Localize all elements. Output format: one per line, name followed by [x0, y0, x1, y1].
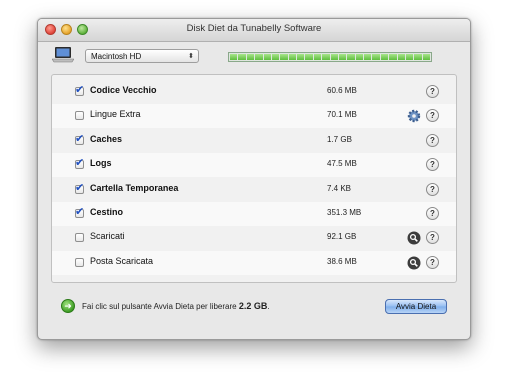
help-button[interactable]: ?: [426, 85, 439, 98]
checkmark-icon: ✔: [75, 132, 85, 145]
updown-arrows-icon: ⬍: [188, 53, 194, 60]
disk-diet-window: Disk Diet da Tunabelly Software Macintos…: [37, 18, 471, 340]
toolbar: Macintosh HD ⬍: [38, 42, 470, 74]
magnifier-icon[interactable]: [407, 231, 421, 245]
volume-select[interactable]: Macintosh HD ⬍: [85, 49, 199, 63]
meter-segment: [271, 54, 280, 60]
meter-segment: [389, 54, 397, 60]
item-checkbox[interactable]: ✔: [75, 206, 85, 218]
help-button[interactable]: ?: [426, 158, 439, 172]
item-label: Lingue Extra: [90, 109, 141, 120]
meter-segment: [355, 54, 363, 60]
list-item: ✔ Codice Vecchio 60.6 MB?: [52, 80, 456, 104]
window-title: Disk Diet da Tunabelly Software: [186, 23, 322, 34]
meter-segment: [347, 54, 355, 60]
list-item: ✔ Cartella Temporanea 7.4 KB?: [52, 178, 456, 202]
meter-segment: [297, 54, 305, 60]
meter-segment: [330, 54, 338, 60]
list-item: ✔ Cestino 351.3 MB?: [52, 202, 456, 226]
cleanup-items-list: ✔ Codice Vecchio 60.6 MB? Lingue Extra 70.1 …: [51, 74, 457, 283]
help-button[interactable]: ?: [426, 255, 439, 269]
volume-select-value: Macintosh HD: [91, 52, 142, 61]
meter-segment: [288, 54, 296, 60]
green-arrow-icon: ➜: [61, 299, 75, 313]
checkmark-icon: ✔: [75, 181, 85, 194]
item-checkbox[interactable]: [75, 233, 84, 243]
item-label: Caches: [90, 133, 123, 144]
item-size: 38.6 MB: [327, 256, 357, 266]
gear-icon[interactable]: [407, 109, 421, 123]
checkmark-icon: ✔: [75, 206, 85, 218]
meter-segment: [397, 54, 405, 60]
meter-segment: [422, 54, 430, 60]
footer-message: Fai clic sul pulsante Avvia Dieta per li…: [82, 301, 270, 311]
item-checkbox[interactable]: [75, 257, 84, 267]
item-checkbox[interactable]: ✔: [75, 181, 85, 194]
list-item: Posta Scaricata 38.6 MB?: [52, 250, 456, 275]
list-item: Scaricati 92.1 GB?: [52, 226, 456, 250]
footer-message-prefix: Fai clic sul pulsante Avvia Dieta per li…: [82, 302, 237, 311]
item-size: 1.7 GB: [327, 134, 352, 144]
meter-segment: [380, 54, 389, 60]
item-label: Posta Scaricata: [90, 255, 154, 266]
checkmark-icon: ✔: [75, 157, 85, 170]
meter-segment: [255, 54, 263, 60]
meter-segment: [246, 54, 255, 60]
list-item: Lingue Extra 70.1 MB?: [52, 104, 456, 129]
meter-segment: [364, 54, 372, 60]
meter-segment: [322, 54, 330, 60]
meter-segment: [313, 54, 322, 60]
item-checkbox[interactable]: ✔: [75, 157, 85, 170]
meter-segment: [414, 54, 422, 60]
help-button[interactable]: ?: [426, 207, 439, 220]
checkmark-icon: ✔: [75, 84, 85, 96]
meter-segment: [305, 54, 313, 60]
magnifier-icon[interactable]: [407, 256, 421, 270]
item-label: Codice Vecchio: [90, 85, 157, 95]
item-checkbox[interactable]: ✔: [75, 84, 85, 96]
meter-segment: [338, 54, 347, 60]
item-checkbox[interactable]: ✔: [75, 132, 85, 145]
item-label: Cartella Temporanea: [90, 182, 179, 193]
item-size: 47.5 MB: [327, 159, 357, 169]
item-label: Scaricati: [90, 231, 125, 242]
title-bar: Disk Diet da Tunabelly Software: [38, 19, 470, 42]
item-size: 7.4 KB: [327, 183, 352, 193]
meter-segment: [238, 54, 246, 60]
footer-message-suffix: .: [267, 302, 270, 311]
meter-segment: [372, 54, 380, 60]
item-size: 60.6 MB: [327, 86, 357, 95]
list-item: ✔ Logs 47.5 MB?: [52, 153, 456, 178]
meter-segment: [263, 54, 271, 60]
item-label: Cestino: [90, 207, 124, 217]
help-button[interactable]: ?: [426, 231, 439, 245]
meter-segment: [280, 54, 288, 60]
meter-segment: [230, 54, 238, 60]
item-size: 92.1 GB: [327, 232, 357, 242]
list-item: ✔ Caches 1.7 GB?: [52, 129, 456, 153]
meter-segment: [405, 54, 414, 60]
laptop-drive-icon: [52, 47, 74, 63]
help-button[interactable]: ?: [426, 109, 439, 123]
item-checkbox[interactable]: [75, 111, 84, 121]
footer-amount: 2.2 GB: [238, 301, 268, 311]
help-button[interactable]: ?: [426, 182, 439, 196]
help-button[interactable]: ?: [426, 133, 439, 147]
space-meter: [228, 52, 432, 62]
item-label: Logs: [90, 158, 112, 169]
item-size: 351.3 MB: [327, 208, 362, 217]
footer-bar: ➜ Fai clic sul pulsante Avvia Dieta per …: [38, 289, 470, 329]
item-size: 70.1 MB: [327, 110, 357, 120]
start-diet-button[interactable]: Avvia Dieta: [385, 299, 447, 314]
